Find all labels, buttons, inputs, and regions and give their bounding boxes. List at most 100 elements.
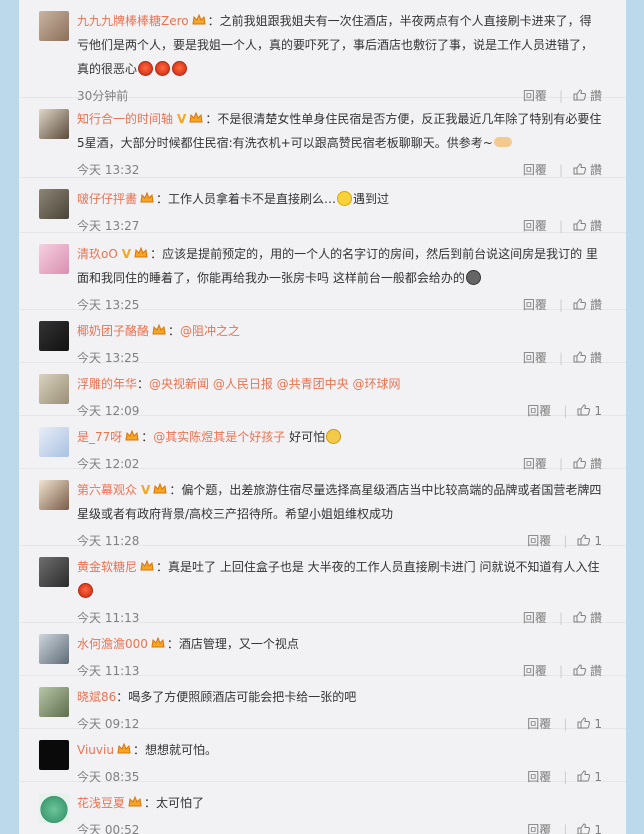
timestamp: 今天 13:27 bbox=[77, 219, 140, 233]
mention-link[interactable]: @阻冲之之 bbox=[180, 324, 240, 338]
avatar[interactable] bbox=[39, 11, 69, 41]
mention-link[interactable]: @其实陈煜其是个好孩子 bbox=[153, 430, 285, 444]
angry-emoji-icon bbox=[138, 61, 154, 76]
thumbs-up-icon[interactable] bbox=[573, 163, 586, 175]
timestamp: 今天 00:52 bbox=[77, 823, 140, 834]
list-item: 是_77呀 ：@其实陈煜其是个好孩子 好可怕 今天 12:02 回覆 | 讚 bbox=[19, 416, 626, 471]
thumbs-up-icon[interactable] bbox=[573, 611, 586, 623]
username-link[interactable]: 水何澹澹000 bbox=[77, 637, 148, 651]
crown-icon bbox=[153, 483, 167, 494]
thumbs-up-icon[interactable] bbox=[573, 219, 586, 231]
avatar[interactable] bbox=[39, 557, 69, 587]
username-link[interactable]: 花浅豆夏 bbox=[77, 796, 125, 810]
username-link[interactable]: 清玖oO bbox=[77, 247, 118, 261]
mention-link[interactable]: @央视新闻 @人民日报 @共青团中央 @环球网 bbox=[149, 377, 400, 391]
list-item: 晓斌86：喝多了方便照顾酒店可能会把卡给一张的吧 今天 09:12 回覆 | 1 bbox=[19, 676, 626, 731]
list-item: 第六幕观众 V ：偏个题，出差旅游住宿尽量选择高星级酒店当中比较高端的品牌或者国营老… bbox=[19, 469, 626, 548]
like-count[interactable]: 讚 bbox=[590, 219, 602, 233]
thumbs-up-icon[interactable] bbox=[573, 351, 586, 363]
list-item: 黄金软糖尼 ：真是吐了 上回住盒子也是 大半夜的工作人员直接刷卡进门 问就说不知道… bbox=[19, 546, 626, 625]
comment-text: 黄金软糖尼 ：真是吐了 上回住盒子也是 大半夜的工作人员直接刷卡进门 问就说不知道… bbox=[77, 555, 602, 603]
thumbs-up-icon[interactable] bbox=[577, 534, 591, 546]
avatar[interactable] bbox=[39, 374, 69, 404]
avatar[interactable] bbox=[39, 480, 69, 510]
face-emoji-icon bbox=[465, 270, 481, 285]
comment-text: 晓斌86：喝多了方便照顾酒店可能会把卡给一张的吧 bbox=[77, 690, 357, 704]
list-item: 水何澹澹000 ：酒店管理，又一个视点 今天 11:13 回覆 | 讚 bbox=[19, 623, 626, 678]
timestamp: 今天 13:32 bbox=[77, 163, 140, 177]
username-link[interactable]: 晓斌86 bbox=[77, 690, 116, 704]
crown-icon bbox=[152, 324, 166, 335]
crown-icon bbox=[192, 14, 206, 25]
comment-text: 是_77呀 ：@其实陈煜其是个好孩子 好可怕 bbox=[77, 425, 602, 449]
comment-text: 清玖oO V ：应该是提前预定的，用的一个人的名字订的房间，然后到前台说这间房是我订… bbox=[77, 247, 598, 285]
username-link[interactable]: 知行合一的时间轴 bbox=[77, 112, 173, 126]
username-link[interactable]: 椰奶团子酪酪 bbox=[77, 324, 149, 338]
avatar[interactable] bbox=[39, 189, 69, 219]
crown-icon bbox=[189, 112, 203, 123]
crown-icon bbox=[134, 247, 148, 258]
comment-panel: 九九九牌棒棒糖Zero ：之前我姐跟我姐夫有一次住酒店，半夜两点有个人直接刷卡进来… bbox=[19, 0, 626, 834]
crown-icon bbox=[151, 637, 165, 648]
list-item: 啵仔仔抨畵 ：工作人员拿着卡不是直接刷么… 遇到过 今天 13:27 回覆 | 讚 bbox=[19, 178, 626, 233]
comment-actions: 回覆 | 1 bbox=[527, 815, 602, 834]
username-link[interactable]: 是_77呀 bbox=[77, 430, 122, 444]
avatar[interactable] bbox=[39, 687, 69, 717]
comment-text: 啵仔仔抨畵 ：工作人员拿着卡不是直接刷么… 遇到过 bbox=[77, 191, 390, 206]
thumbs-up-icon[interactable] bbox=[573, 457, 586, 469]
crown-icon bbox=[128, 796, 142, 807]
thumbs-up-icon[interactable] bbox=[577, 404, 591, 416]
avatar[interactable] bbox=[39, 321, 69, 351]
username-link[interactable]: 黄金软糖尼 bbox=[77, 560, 137, 574]
reply-button[interactable]: 回覆 bbox=[527, 823, 551, 834]
avatar[interactable] bbox=[39, 740, 69, 770]
crown-icon bbox=[140, 192, 154, 203]
crown-icon bbox=[140, 560, 154, 571]
avatar[interactable] bbox=[39, 793, 69, 823]
v-badge-icon: V bbox=[141, 483, 151, 497]
list-item: 花浅豆夏 ：太可怕了 今天 00:52 回覆 | 1 bbox=[19, 782, 626, 834]
comment-text: 九九九牌棒棒糖Zero ：之前我姐跟我姐夫有一次住酒店，半夜两点有个人直接刷卡进来… bbox=[77, 14, 594, 76]
cry-emoji-icon bbox=[326, 429, 342, 444]
v-badge-icon: V bbox=[121, 247, 132, 261]
reply-button[interactable]: 回覆 bbox=[523, 219, 547, 233]
list-item: 椰奶团子酪酪 ：@阻冲之之 今天 13:25 回覆 | 讚 bbox=[19, 310, 626, 365]
comment-text: 水何澹澹000 ：酒店管理，又一个视点 bbox=[77, 637, 299, 651]
username-link[interactable]: Viuviu bbox=[77, 743, 114, 757]
avatar[interactable] bbox=[39, 634, 69, 664]
like-count[interactable]: 1 bbox=[594, 823, 602, 834]
comment-text: 知行合一的时间轴 V ：不是很清楚女性单身住民宿是否方便，反正我最近几年除了特别有必… bbox=[77, 112, 602, 150]
crown-icon bbox=[125, 430, 139, 441]
thumbs-up-icon[interactable] bbox=[573, 298, 586, 310]
comment-text: 花浅豆夏 ：太可怕了 bbox=[77, 796, 205, 810]
list-item: 浮雕的年华：@央视新闻 @人民日报 @共青团中央 @环球网 今天 12:09 回… bbox=[19, 363, 626, 418]
handshake-emoji-icon bbox=[493, 137, 512, 147]
angry-emoji-icon bbox=[155, 61, 171, 76]
avatar[interactable] bbox=[39, 244, 69, 274]
smile-emoji-icon bbox=[337, 191, 353, 206]
avatar[interactable] bbox=[39, 109, 69, 139]
v-badge-icon: V bbox=[177, 112, 187, 126]
angry-emoji-icon bbox=[172, 61, 188, 76]
comment-text: 浮雕的年华：@央视新闻 @人民日报 @共青团中央 @环球网 bbox=[77, 377, 401, 391]
thumbs-up-icon[interactable] bbox=[577, 823, 591, 834]
list-item: Viuviu ：想想就可怕。 今天 08:35 回覆 | 1 bbox=[19, 729, 626, 784]
comment-text: 第六幕观众 V ：偏个题，出差旅游住宿尽量选择高星级酒店当中比较高端的品牌或者国营老… bbox=[77, 483, 602, 521]
username-link[interactable]: 第六幕观众 bbox=[77, 483, 137, 497]
reply-button[interactable]: 回覆 bbox=[523, 163, 547, 177]
username-link[interactable]: 啵仔仔抨畵 bbox=[77, 192, 137, 206]
avatar[interactable] bbox=[39, 427, 69, 457]
thumbs-up-icon[interactable] bbox=[577, 717, 591, 729]
crown-icon bbox=[117, 743, 131, 754]
angry-emoji-icon bbox=[78, 583, 93, 598]
like-count[interactable]: 讚 bbox=[590, 163, 602, 177]
username-link[interactable]: 九九九牌棒棒糖Zero bbox=[77, 14, 189, 28]
list-item: 清玖oO V ：应该是提前预定的，用的一个人的名字订的房间，然后到前台说这间房是我订… bbox=[19, 233, 626, 312]
list-item: 知行合一的时间轴 V ：不是很清楚女性单身住民宿是否方便，反正我最近几年除了特别有必… bbox=[19, 98, 626, 178]
comment-meta: 今天 00:52 回覆 | 1 bbox=[77, 815, 602, 834]
list-item: 九九九牌棒棒糖Zero ：之前我姐跟我姐夫有一次住酒店，半夜两点有个人直接刷卡进来… bbox=[19, 0, 626, 103]
thumbs-up-icon[interactable] bbox=[573, 664, 586, 676]
thumbs-up-icon[interactable] bbox=[577, 770, 591, 782]
username-link[interactable]: 浮雕的年华 bbox=[77, 377, 137, 391]
comment-text: Viuviu ：想想就可怕。 bbox=[77, 743, 217, 757]
